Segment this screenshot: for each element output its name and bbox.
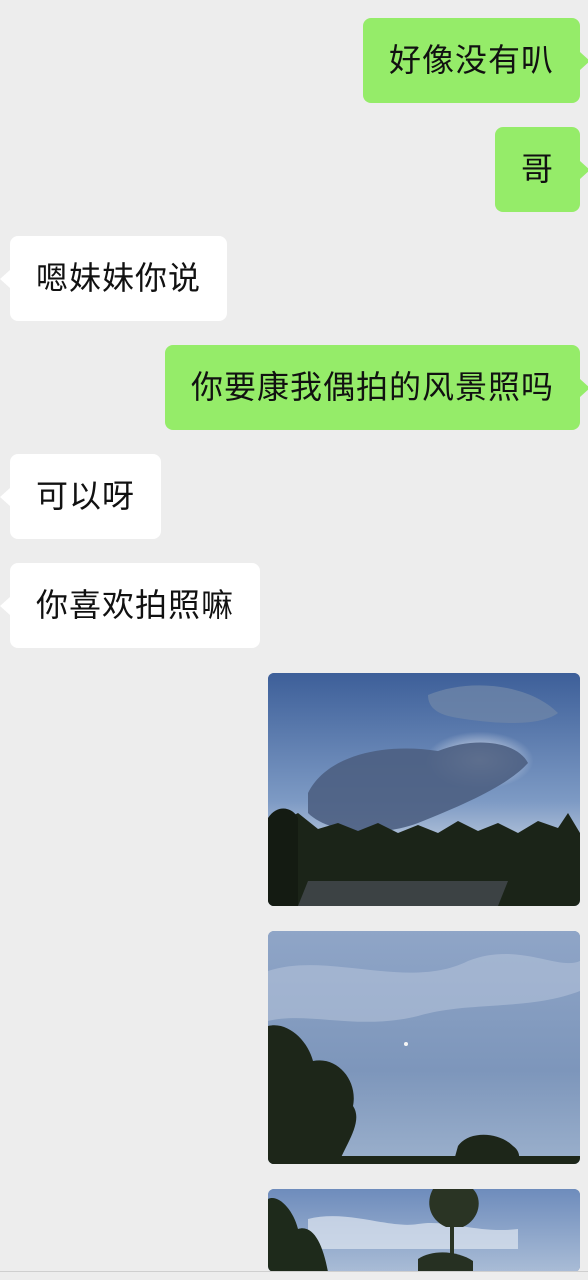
message-bubble-outgoing[interactable]: 好像没有叭 bbox=[362, 18, 588, 103]
landscape-photo bbox=[268, 931, 580, 1164]
photo-message[interactable] bbox=[268, 1189, 580, 1272]
message-bubble-outgoing[interactable]: 你要康我偶拍的风景照吗 bbox=[164, 345, 588, 430]
message-text: 可以呀 bbox=[36, 477, 136, 515]
message-text: 好像没有叭 bbox=[388, 41, 554, 79]
message-text: 嗯妹妹你说 bbox=[36, 259, 202, 297]
message-bubble-incoming[interactable]: 你喜欢拍照嘛 bbox=[0, 563, 261, 648]
photo-message[interactable] bbox=[268, 931, 580, 1164]
message-bubble-incoming[interactable]: 嗯妹妹你说 bbox=[0, 236, 228, 321]
message-bubble-outgoing[interactable]: 哥 bbox=[494, 127, 588, 212]
chat-message-list[interactable]: 好像没有叭 哥 嗯妹妹你说 你要康我偶拍的风景照吗 可以呀 你喜欢拍照嘛 bbox=[0, 0, 588, 1280]
message-text: 哥 bbox=[520, 150, 554, 188]
photo-message[interactable] bbox=[268, 673, 580, 906]
landscape-photo bbox=[268, 1189, 580, 1272]
message-bubble-incoming[interactable]: 可以呀 bbox=[0, 454, 162, 539]
bottom-divider bbox=[0, 1271, 588, 1272]
message-text: 你喜欢拍照嘛 bbox=[36, 586, 235, 624]
message-text: 你要康我偶拍的风景照吗 bbox=[190, 368, 554, 406]
landscape-photo bbox=[268, 673, 580, 906]
